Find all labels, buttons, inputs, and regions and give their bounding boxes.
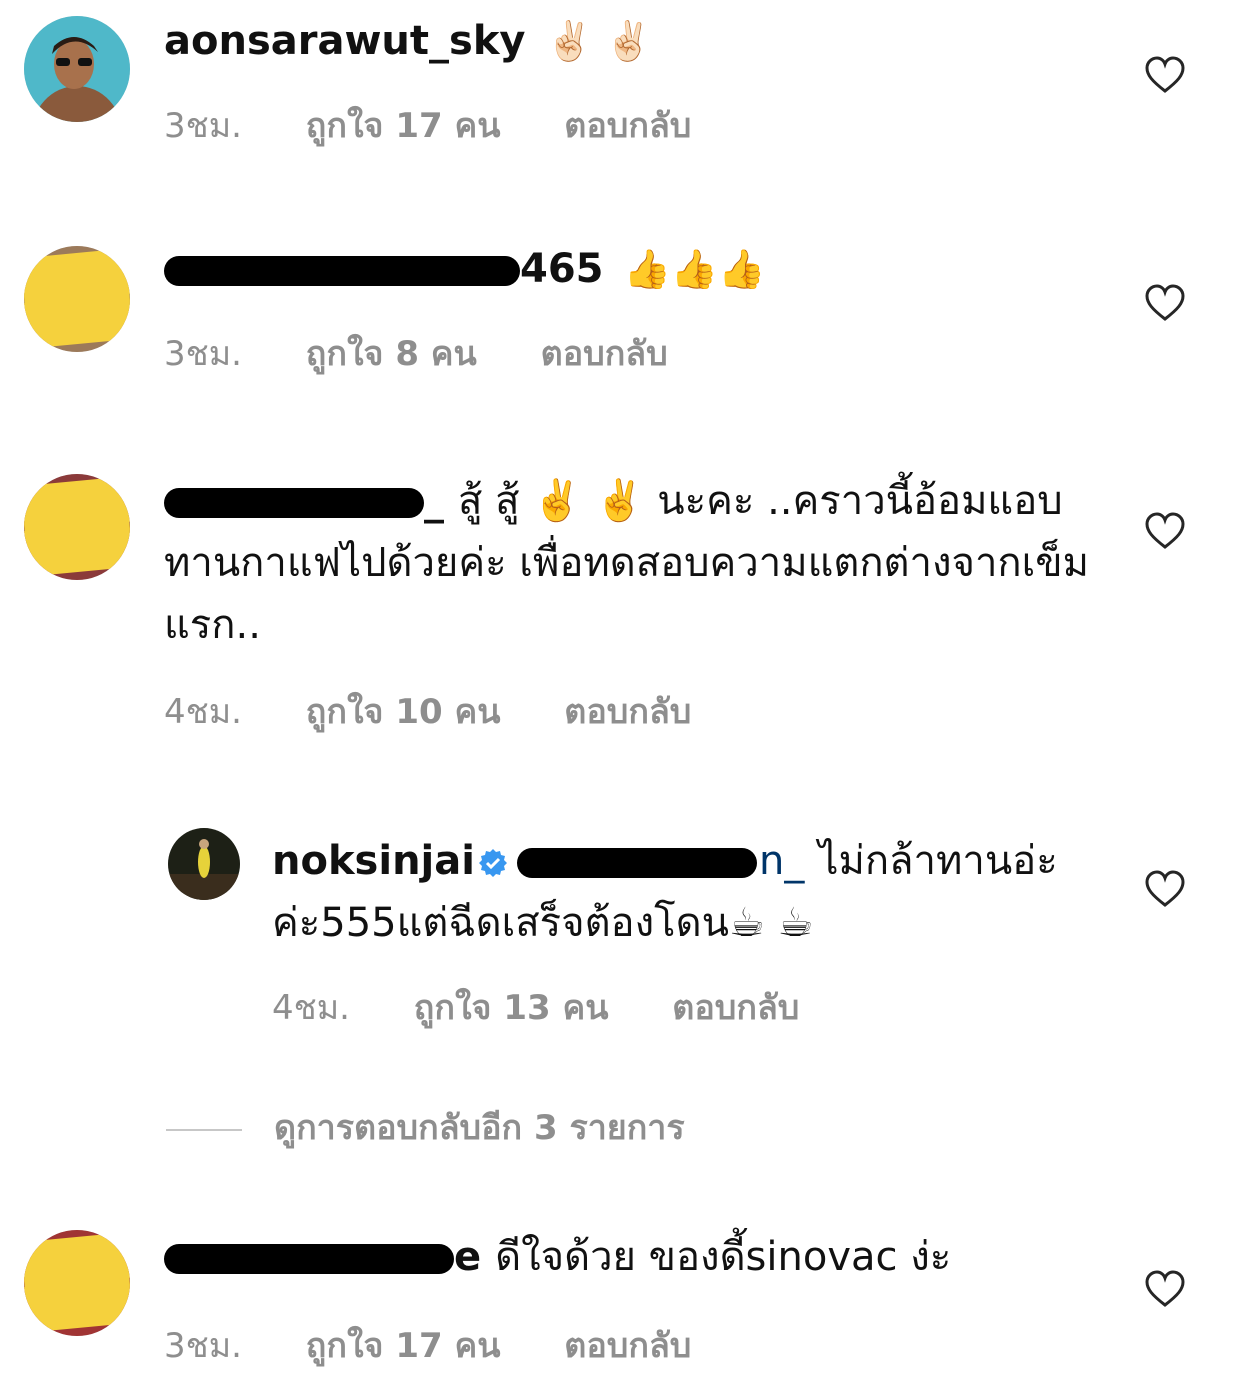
comment-text: noksinjai n_ ไม่กล้าทานอ่ะค่ะ555แต่ฉีดเสร็… xyxy=(272,830,1092,954)
username[interactable]: e xyxy=(454,1234,481,1280)
reply-button[interactable]: ตอบกลับ xyxy=(564,1326,691,1366)
heart-icon[interactable] xyxy=(1144,56,1186,94)
reply-button[interactable]: ตอบกลับ xyxy=(672,988,799,1028)
like-count[interactable]: ถูกใจ 13 คน xyxy=(414,988,609,1028)
username[interactable]: aonsarawut_sky xyxy=(164,18,526,64)
username[interactable]: noksinjai xyxy=(272,838,475,884)
comment-body: ✌🏻 ✌🏻 xyxy=(545,19,653,63)
heart-icon[interactable] xyxy=(1144,512,1186,550)
avatar[interactable] xyxy=(24,16,130,122)
redacted-username xyxy=(164,488,424,518)
comment-text: aonsarawut_sky ✌🏻 ✌🏻 xyxy=(164,10,1104,72)
avatar[interactable] xyxy=(24,246,130,352)
comment-time: 3ชม. xyxy=(164,334,242,374)
redacted-username xyxy=(164,1244,454,1274)
heart-icon[interactable] xyxy=(1144,1270,1186,1308)
username[interactable]: 465 xyxy=(520,246,604,292)
divider-line xyxy=(166,1128,242,1131)
redacted-username xyxy=(164,256,520,286)
heart-icon[interactable] xyxy=(1144,870,1186,908)
comment-meta: 4ชม. ถูกใจ 13 คน ตอบกลับ xyxy=(272,980,851,1034)
avatar[interactable] xyxy=(168,828,240,900)
comment-text: e ดีใจด้วย ของดี้sinovac ง่ะ xyxy=(164,1226,1104,1288)
view-more-replies-label[interactable]: ดูการตอบกลับอีก 3 รายการ xyxy=(274,1108,685,1148)
comment-meta: 3ชม. ถูกใจ 8 คน ตอบกลับ xyxy=(164,326,720,380)
username[interactable]: _ xyxy=(424,478,444,524)
reply-button[interactable]: ตอบกลับ xyxy=(564,692,691,732)
reply-button[interactable]: ตอบกลับ xyxy=(541,334,668,374)
reply-button[interactable]: ตอบกลับ xyxy=(564,106,691,146)
comment-time: 3ชม. xyxy=(164,1326,242,1366)
comment-meta: 4ชม. ถูกใจ 10 คน ตอบกลับ xyxy=(164,684,743,738)
view-more-replies[interactable]: ดูการตอบกลับอีก 3 รายการ xyxy=(166,1100,685,1154)
avatar[interactable] xyxy=(24,1230,130,1336)
mention[interactable]: n_ xyxy=(759,838,804,884)
comment-body: 👍👍👍 xyxy=(623,247,766,291)
comment-text: _ สู้ สู้ ✌️ ✌️ นะคะ ..คราวนี้อ้อมแอบทานก… xyxy=(164,470,1104,656)
comment-meta: 3ชม. ถูกใจ 17 คน ตอบกลับ xyxy=(164,1318,743,1372)
comment-time: 4ชม. xyxy=(164,692,242,732)
comment-time: 4ชม. xyxy=(272,988,350,1028)
heart-icon[interactable] xyxy=(1144,284,1186,322)
avatar[interactable] xyxy=(24,474,130,580)
like-count[interactable]: ถูกใจ 8 คน xyxy=(306,334,477,374)
comment-time: 3ชม. xyxy=(164,106,242,146)
verified-badge-icon xyxy=(478,849,507,877)
like-count[interactable]: ถูกใจ 17 คน xyxy=(306,106,501,146)
like-count[interactable]: ถูกใจ 10 คน xyxy=(306,692,501,732)
like-count[interactable]: ถูกใจ 17 คน xyxy=(306,1326,501,1366)
comment-text: 465 👍👍👍 xyxy=(164,238,1104,300)
comment-meta: 3ชม. ถูกใจ 17 คน ตอบกลับ xyxy=(164,98,743,152)
redacted-mention xyxy=(516,848,757,878)
comment-body: ดีใจด้วย ของดี้sinovac ง่ะ xyxy=(495,1234,952,1280)
